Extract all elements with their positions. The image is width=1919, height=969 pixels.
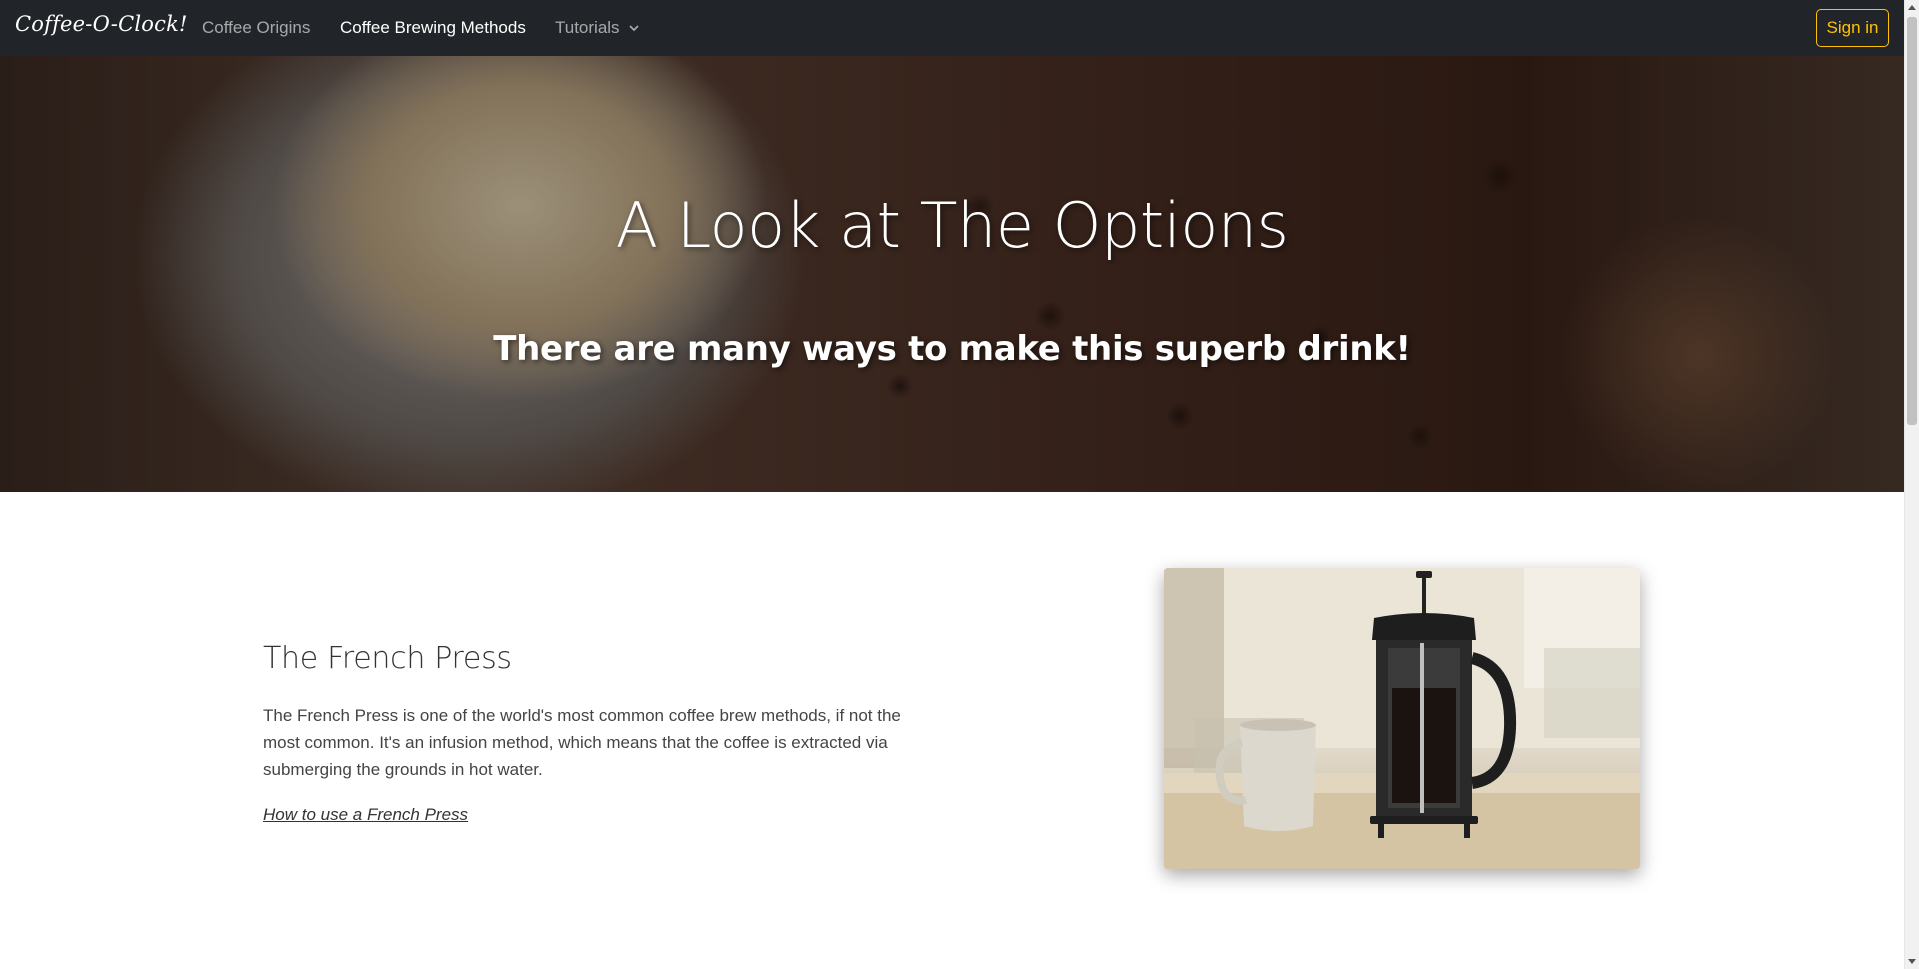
nav-tutorials-dropdown[interactable]: Tutorials: [555, 18, 640, 38]
section-title: The French Press: [263, 641, 512, 676]
scroll-down-arrow-icon[interactable]: [1908, 959, 1916, 964]
hero-subtitle: There are many ways to make this superb …: [493, 329, 1411, 369]
french-press-tutorial-link[interactable]: How to use a French Press: [263, 805, 468, 825]
nav-tutorials-label: Tutorials: [555, 18, 620, 37]
hero-title: A Look at The Options: [615, 189, 1289, 262]
chevron-down-icon: [628, 22, 640, 34]
french-press-image: [1164, 568, 1640, 869]
brand-logo[interactable]: Coffee-O-Clock!: [15, 12, 188, 36]
nav-coffee-origins[interactable]: Coffee Origins: [202, 18, 310, 38]
sign-in-button[interactable]: Sign in: [1816, 9, 1889, 47]
nav-coffee-brewing-methods[interactable]: Coffee Brewing Methods: [340, 18, 526, 38]
hero-banner: A Look at The Options There are many way…: [0, 56, 1904, 492]
page-scrollbar[interactable]: [1904, 0, 1919, 969]
top-navbar: Coffee-O-Clock! Coffee Origins Coffee Br…: [0, 0, 1904, 56]
scrollbar-thumb[interactable]: [1907, 17, 1917, 425]
section-description: The French Press is one of the world's m…: [263, 706, 901, 779]
scroll-up-arrow-icon[interactable]: [1908, 5, 1916, 10]
